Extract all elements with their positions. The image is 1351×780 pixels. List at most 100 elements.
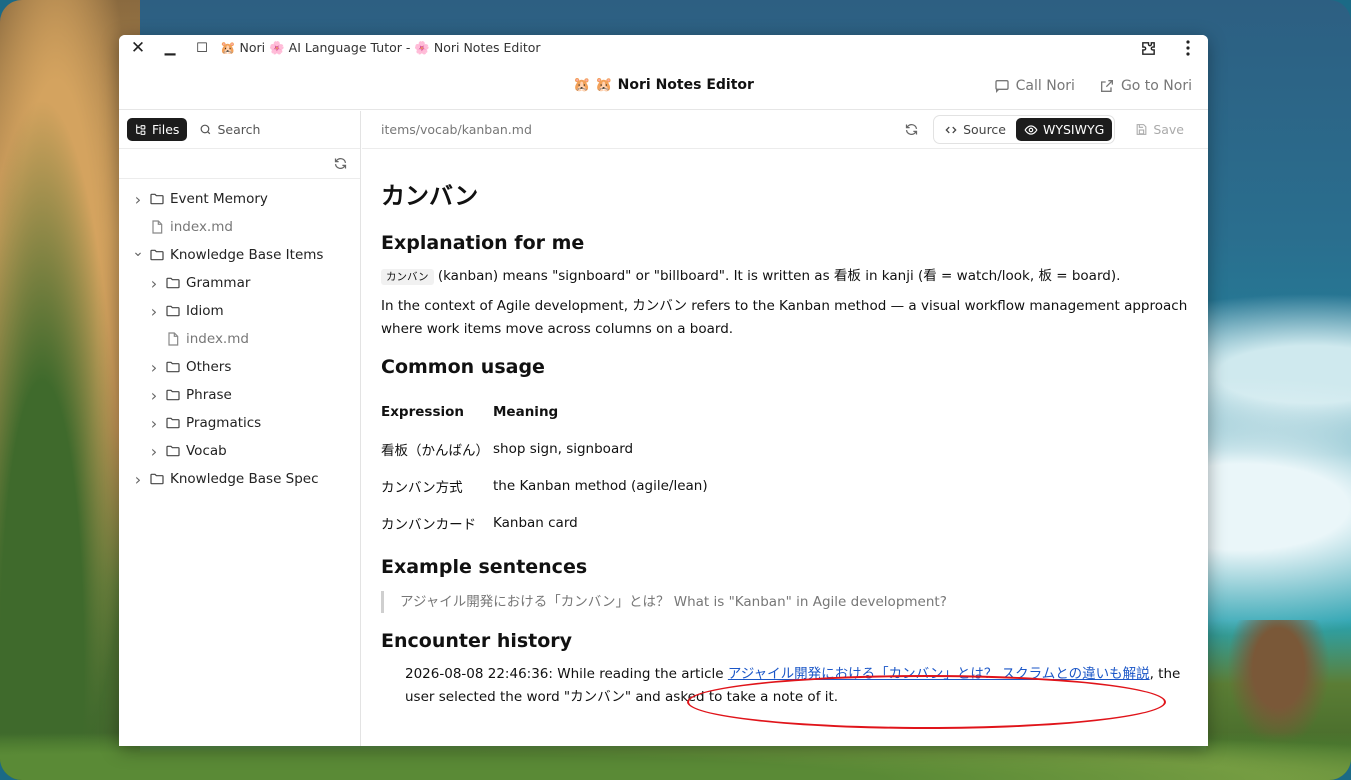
folder-icon bbox=[165, 387, 181, 403]
editor-toolbar: items/vocab/kanban.md Source WYSIWYG Sav… bbox=[362, 111, 1208, 149]
chevron-right-icon[interactable]: › bbox=[147, 386, 161, 405]
heading-example-sentences: Example sentences bbox=[381, 556, 588, 578]
call-nori-label: Call Nori bbox=[1015, 77, 1075, 94]
tree-item-label: Knowledge Base Items bbox=[170, 247, 324, 263]
tree-item-label: index.md bbox=[170, 219, 233, 235]
tree-item[interactable]: index.md bbox=[119, 213, 360, 241]
chevron-right-icon[interactable]: › bbox=[131, 470, 145, 489]
chevron-right-icon[interactable]: › bbox=[131, 190, 145, 209]
external-link-icon bbox=[1100, 79, 1113, 92]
encounter-list: 2026-08-08 22:46:36: While reading the a… bbox=[381, 663, 1193, 709]
tree-item-label: Grammar bbox=[186, 275, 251, 291]
folder-icon bbox=[149, 247, 165, 263]
go-to-nori-label: Go to Nori bbox=[1120, 77, 1192, 94]
view-mode-toggle: Source WYSIWYG bbox=[933, 115, 1116, 144]
folder-icon bbox=[165, 415, 181, 431]
window-title: 🐹 Nori 🌸 AI Language Tutor - 🌸 Nori Note… bbox=[220, 40, 541, 55]
sidebar-tabs: Files Search bbox=[119, 111, 360, 149]
table-cell-meaning: shop sign, signboard bbox=[493, 440, 634, 457]
table-cell-expression: カンバン方式 bbox=[381, 479, 463, 496]
tab-files-label: Files bbox=[152, 122, 180, 137]
tree-item[interactable]: › Others bbox=[119, 353, 360, 381]
table-row: カンバン方式 the Kanban method (agile/lean) bbox=[381, 467, 1193, 504]
more-menu-icon[interactable] bbox=[1168, 35, 1208, 61]
chevron-right-icon[interactable]: › bbox=[147, 442, 161, 461]
chevron-right-icon[interactable]: › bbox=[147, 274, 161, 293]
folder-icon bbox=[165, 303, 181, 319]
chevron-down-icon[interactable]: ⌄ bbox=[131, 244, 145, 260]
save-label: Save bbox=[1153, 122, 1184, 137]
tree-item[interactable]: › Event Memory bbox=[119, 185, 360, 213]
app-header: 🐹 🐹 Nori Notes Editor Call Nori Go to No… bbox=[119, 61, 1208, 110]
folder-icon bbox=[149, 191, 165, 207]
heading-encounter-history: Encounter history bbox=[381, 630, 573, 652]
table-cell-meaning: the Kanban method (agile/lean) bbox=[493, 477, 708, 494]
app-window: ✕ ▁ ☐ 🐹 Nori 🌸 AI Language Tutor - 🌸 Nor… bbox=[119, 35, 1208, 746]
table-row: 看板（かんばん） shop sign, signboard bbox=[381, 430, 1193, 467]
tree-item-label: Others bbox=[186, 359, 232, 375]
editor-pane: items/vocab/kanban.md Source WYSIWYG Sav… bbox=[362, 111, 1208, 746]
file-path: items/vocab/kanban.md bbox=[381, 122, 532, 137]
table-header-meaning: Meaning bbox=[493, 403, 559, 420]
tree-item[interactable]: › Pragmatics bbox=[119, 409, 360, 437]
tree-item-label: Phrase bbox=[186, 387, 232, 403]
example-quote: アジャイル開発における「カンバン」とは？ What is "Kanban" in… bbox=[381, 591, 1193, 613]
file-tree: › Event Memory index.md ⌄ Knowledge Base Ite… bbox=[119, 179, 360, 493]
chevron-right-icon[interactable]: › bbox=[147, 358, 161, 377]
tree-item[interactable]: ⌄ Knowledge Base Items bbox=[119, 241, 360, 269]
table-header-row: Expression Meaning bbox=[381, 393, 1193, 430]
tab-search[interactable]: Search bbox=[193, 118, 266, 141]
chat-icon bbox=[994, 79, 1009, 93]
folder-icon bbox=[165, 359, 181, 375]
table-cell-expression: 看板（かんばん） bbox=[381, 442, 489, 459]
encounter-prefix: 2026-08-08 22:46:36: While reading the a… bbox=[405, 666, 728, 682]
save-icon bbox=[1136, 124, 1147, 135]
wysiwyg-mode-button[interactable]: WYSIWYG bbox=[1016, 118, 1113, 141]
table-cell-expression: カンバンカード bbox=[381, 516, 477, 533]
tree-item-label: Event Memory bbox=[170, 191, 268, 207]
article-link[interactable]: アジャイル開発における「カンバン」とは？ スクラムとの違いも解説 bbox=[728, 666, 1150, 682]
table-header-expression: Expression bbox=[381, 403, 464, 420]
document-content[interactable]: カンバン Explanation for me カンバン (kanban) me… bbox=[381, 149, 1193, 709]
tree-item[interactable]: › Vocab bbox=[119, 437, 360, 465]
refresh-icon[interactable] bbox=[333, 156, 348, 171]
table-row: カンバンカード Kanban card bbox=[381, 504, 1193, 541]
sidebar-toolbar bbox=[119, 149, 360, 179]
doc-title: カンバン bbox=[381, 182, 479, 210]
file-sidebar: Files Search › Event Memory index.md ⌄ Knowl… bbox=[119, 111, 361, 746]
tree-item[interactable]: index.md bbox=[119, 325, 360, 353]
tab-search-label: Search bbox=[217, 122, 261, 137]
chevron-right-icon[interactable]: › bbox=[147, 302, 161, 321]
reload-button[interactable] bbox=[897, 116, 925, 144]
explanation-paragraph-2: In the context of Agile development, カンバ… bbox=[381, 298, 1188, 337]
window-titlebar: ✕ ▁ ☐ 🐹 Nori 🌸 AI Language Tutor - 🌸 Nor… bbox=[119, 35, 1208, 61]
usage-table: Expression Meaning 看板（かんばん） shop sign, s… bbox=[381, 393, 1193, 541]
tree-item-label: index.md bbox=[186, 331, 249, 347]
save-button[interactable]: Save bbox=[1123, 118, 1194, 141]
search-icon bbox=[201, 124, 211, 135]
tree-item[interactable]: › Grammar bbox=[119, 269, 360, 297]
extension-puzzle-icon[interactable] bbox=[1128, 35, 1168, 61]
chevron-right-icon[interactable]: › bbox=[147, 414, 161, 433]
close-window-button[interactable]: ✕ bbox=[122, 35, 154, 61]
explanation-paragraph-1: カンバン (kanban) means "signboard" or "bill… bbox=[381, 265, 1193, 289]
heading-explanation: Explanation for me bbox=[381, 232, 585, 254]
go-to-nori-button[interactable]: Go to Nori bbox=[1099, 78, 1192, 94]
source-mode-label: Source bbox=[963, 122, 1006, 137]
explanation-text-1: (kanban) means "signboard" or "billboard… bbox=[433, 268, 1121, 284]
call-nori-button[interactable]: Call Nori bbox=[994, 78, 1075, 94]
folder-icon bbox=[165, 443, 181, 459]
maximize-window-button[interactable]: ☐ bbox=[186, 35, 218, 61]
inline-code: カンバン bbox=[381, 269, 434, 285]
folder-icon bbox=[165, 275, 181, 291]
tree-item[interactable]: › Knowledge Base Spec bbox=[119, 465, 360, 493]
tree-item-label: Idiom bbox=[186, 303, 224, 319]
file-tree-icon bbox=[136, 124, 146, 135]
minimize-window-button[interactable]: ▁ bbox=[154, 35, 186, 61]
tree-item[interactable]: › Idiom bbox=[119, 297, 360, 325]
file-icon bbox=[165, 331, 181, 347]
source-mode-button[interactable]: Source bbox=[936, 118, 1014, 141]
heading-common-usage: Common usage bbox=[381, 356, 545, 378]
tab-files[interactable]: Files bbox=[127, 118, 188, 141]
tree-item[interactable]: › Phrase bbox=[119, 381, 360, 409]
